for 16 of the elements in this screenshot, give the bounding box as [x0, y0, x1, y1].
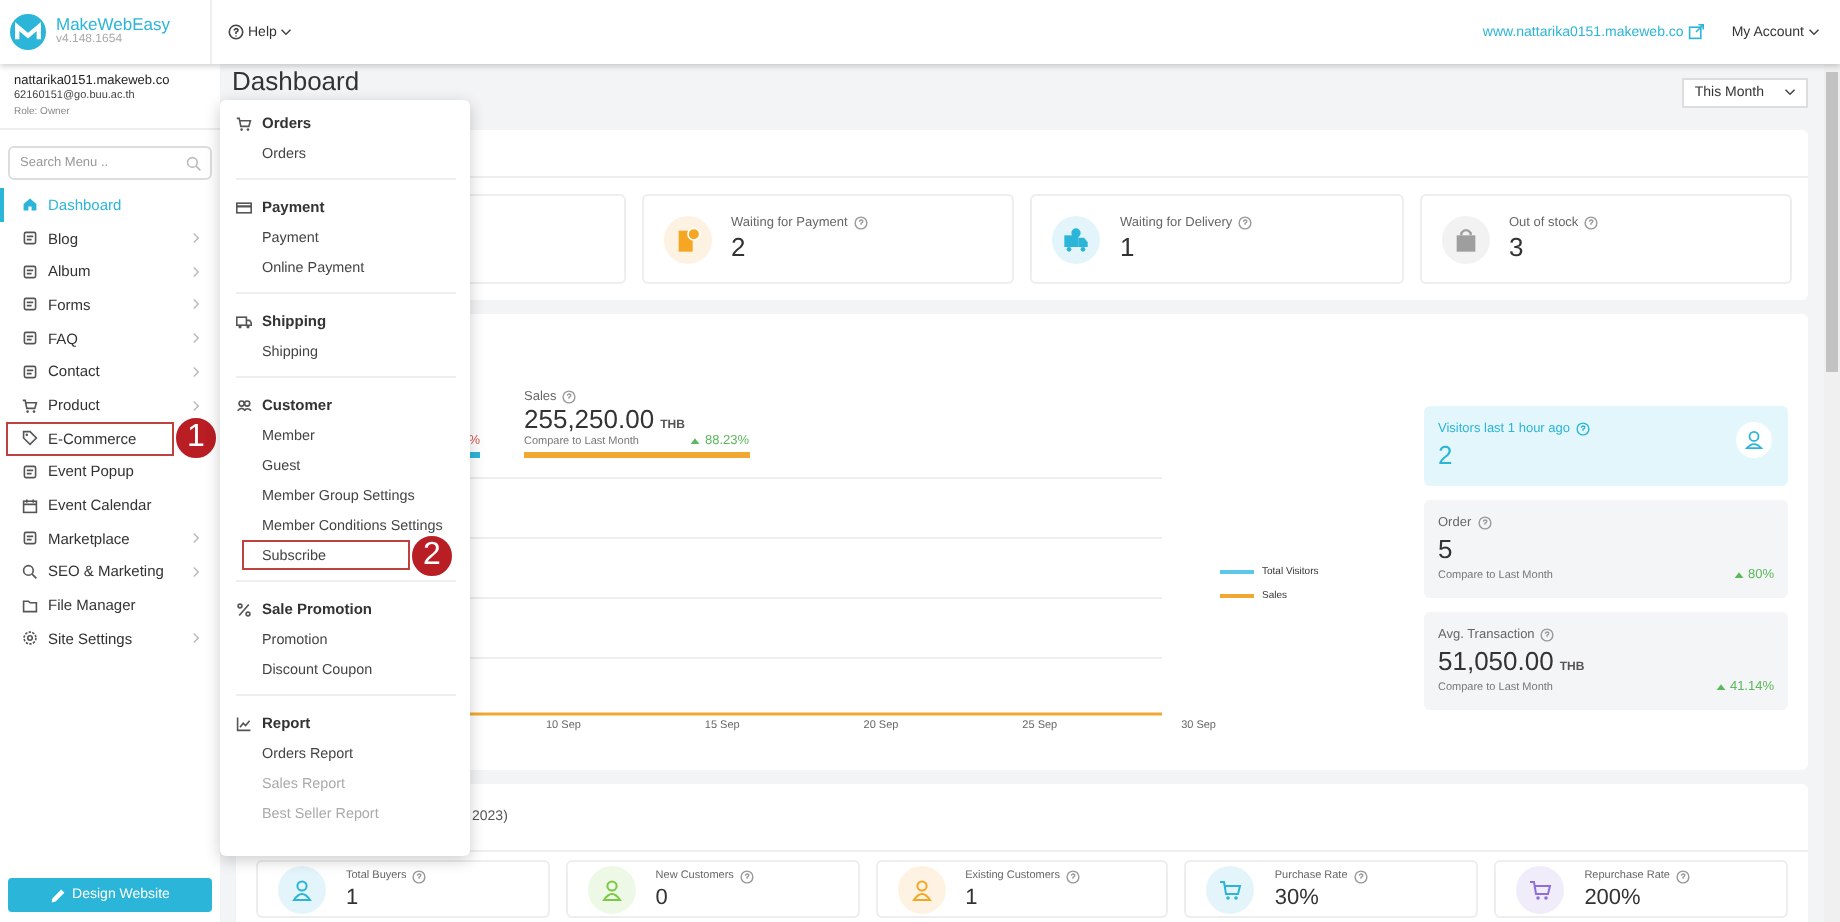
- callout-badge: 1: [174, 416, 218, 461]
- stat-value: 2: [731, 232, 748, 262]
- stat-value: 51,050.00: [1438, 646, 1554, 676]
- brand-name: MakeWebEasy: [56, 16, 171, 35]
- stat-value: 200%: [1584, 885, 1643, 909]
- stat-value: 0: [655, 885, 670, 909]
- stat-value: 2: [1438, 440, 1453, 470]
- stat-value: 3: [1509, 232, 1526, 262]
- callout-badge: 2: [410, 533, 454, 577]
- page-title: Dashboard: [232, 66, 360, 96]
- stat-value: 5: [1438, 534, 1453, 564]
- stat-value: 1: [965, 885, 980, 909]
- sales-value: 255,250.00: [524, 404, 655, 434]
- stat-value: 1: [1120, 232, 1137, 262]
- stat-value: 1: [346, 885, 361, 909]
- stat-value: 30%: [1274, 885, 1321, 909]
